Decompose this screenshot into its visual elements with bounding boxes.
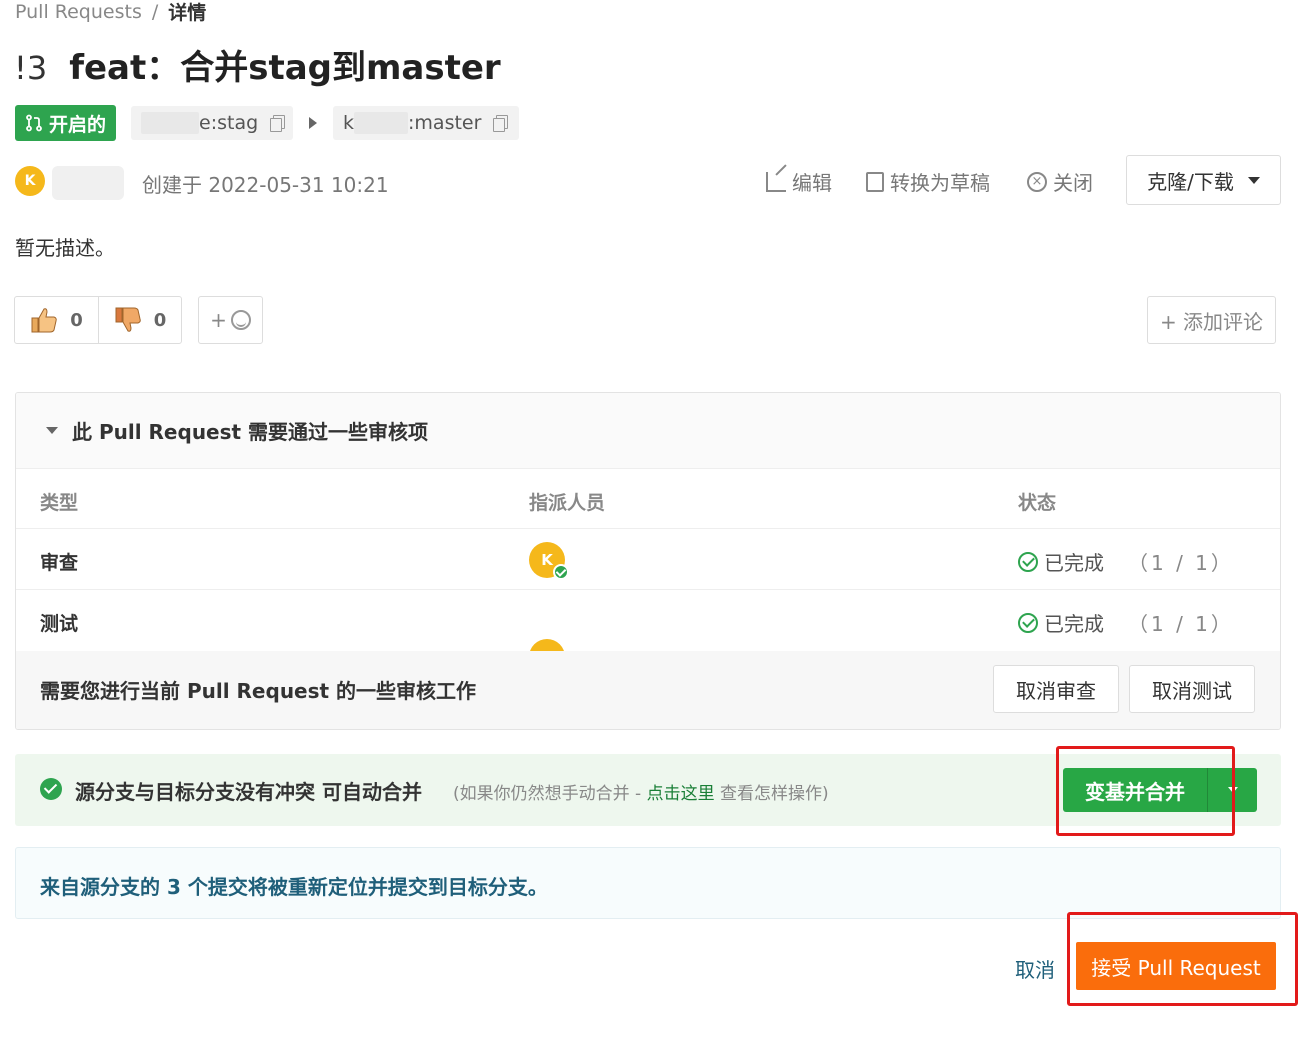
review-work-text: 需要您进行当前 Pull Request 的一些审核工作 [40,679,477,703]
review-row-status: 已完成 （1 / 1） [1018,547,1234,576]
clone-download-button[interactable]: 克隆/下载 [1126,155,1281,205]
breadcrumb-separator: / [151,0,159,23]
breadcrumb: Pull Requests / 详情 [15,0,206,25]
reaction-group: 0 0 [14,296,182,344]
author-name-redaction[interactable] [52,166,124,200]
status-text: 已完成 [1044,551,1104,575]
clone-download-label: 克隆/下载 [1147,169,1234,194]
review-row-type: 测试 [40,613,79,635]
close-pr-label: 关闭 [1053,171,1093,195]
cancel-link[interactable]: 取消 [1015,954,1055,983]
check-circle-icon [40,778,62,800]
status-count: （1 / 1） [1128,551,1234,575]
source-branch-name: e:stag [199,112,259,134]
divider [16,528,1280,529]
pr-description: 暂无描述。 [15,236,115,260]
thumbs-up-icon [31,308,57,333]
review-panel-title: 此 Pull Request 需要通过一些审核项 [72,420,429,444]
convert-to-draft-label: 转换为草稿 [890,171,990,195]
page-title: !3 feat：合并stag到master [14,40,501,89]
breadcrumb-current: 详情 [168,2,207,24]
annotation-highlight-box [1067,912,1298,1006]
convert-to-draft-button[interactable]: 转换为草稿 [866,167,990,196]
review-row-type: 审查 [40,552,79,574]
cancel-test-button[interactable]: 取消测试 [1129,665,1255,713]
smile-icon [230,310,251,330]
cancel-review-button[interactable]: 取消审查 [993,665,1119,713]
author-avatar[interactable]: K [15,166,45,196]
thumbs-up-button[interactable]: 0 [15,297,98,343]
column-header-assignee: 指派人员 [529,492,606,514]
plus-label: + [210,308,227,332]
rebase-info-box: 来自源分支的 3 个提交将被重新定位并提交到目标分支。 [15,847,1281,919]
pr-number: !3 [14,49,48,87]
check-circle-icon [1018,551,1038,572]
add-comment-button[interactable]: + 添加评论 [1147,296,1276,344]
edit-button[interactable]: 编辑 [766,167,832,196]
annotation-highlight-box [1056,746,1235,836]
merge-status-text: 源分支与目标分支没有冲突 可自动合并 [75,780,422,804]
check-circle-icon [1018,612,1038,633]
column-header-type: 类型 [40,492,79,514]
source-branch[interactable]: e:stag [131,106,293,140]
target-branch[interactable]: k :master [333,106,519,140]
status-count: （1 / 1） [1128,612,1234,636]
thumbs-down-icon [115,307,141,332]
pr-title: feat：合并stag到master [69,48,501,88]
thumbs-up-count: 0 [70,309,83,331]
arrow-right-icon [309,117,317,129]
review-panel: 此 Pull Request 需要通过一些审核项 类型 指派人员 状态 审查 K… [15,392,1281,730]
review-work-row: 需要您进行当前 Pull Request 的一些审核工作 取消审查 取消测试 [16,651,1280,729]
collapse-triangle-icon [46,427,58,434]
add-emoji-button[interactable]: + [198,296,263,344]
thumbs-down-button[interactable]: 0 [98,297,181,343]
breadcrumb-root-link[interactable]: Pull Requests [15,1,142,23]
merge-hint-prefix: (如果你仍然想手动合并 - [453,784,647,804]
thumbs-down-count: 0 [153,309,167,331]
approved-check-icon [553,564,569,580]
rebase-info-text: 来自源分支的 3 个提交将被重新定位并提交到目标分支。 [40,875,548,899]
merge-hint-link[interactable]: 点击这里 [647,784,715,804]
close-pr-button[interactable]: × 关闭 [1027,167,1093,196]
review-panel-header[interactable]: 此 Pull Request 需要通过一些审核项 [16,393,1280,469]
target-branch-prefix: k [343,112,355,134]
edit-icon [766,171,786,192]
close-circle-icon: × [1027,171,1047,192]
status-text: 已完成 [1044,612,1104,636]
divider [16,589,1280,590]
edit-label: 编辑 [792,171,832,195]
chevron-down-icon [1247,176,1260,184]
status-badge: 开启的 [15,105,117,141]
created-time: 创建于 2022-05-31 10:21 [142,173,389,197]
target-branch-redaction [354,112,409,134]
pull-request-icon [26,114,42,132]
copy-icon[interactable] [270,115,285,132]
draft-icon [866,171,884,192]
review-row-status: 已完成 （1 / 1） [1018,608,1234,637]
copy-icon[interactable] [493,115,509,132]
column-header-status: 状态 [1018,492,1057,514]
assignee-avatar[interactable]: K [529,542,569,580]
status-label: 开启的 [49,113,107,136]
source-branch-redaction [141,112,199,134]
merge-hint-suffix: 查看怎样操作) [714,784,829,804]
merge-hint: (如果你仍然想手动合并 - 点击这里 查看怎样操作) [453,779,829,804]
target-branch-name: :master [408,112,482,134]
